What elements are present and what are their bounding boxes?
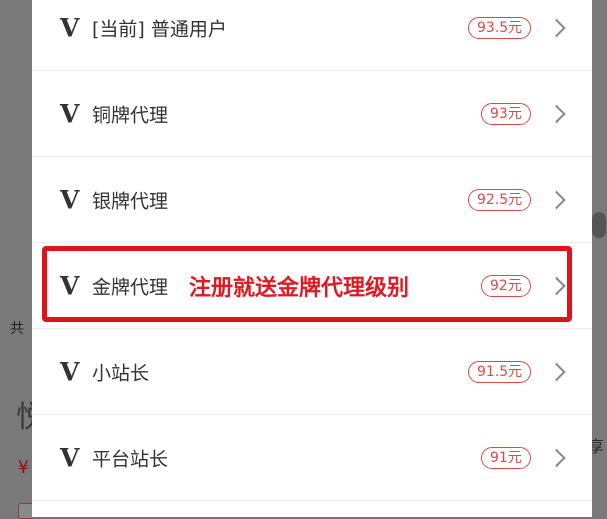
level-label: 平台站长 xyxy=(92,448,169,470)
level-selector-sheet: V [当前] 普通用户 93.5元 V 铜牌代理 93元 V 银牌代理 92.5… xyxy=(32,0,592,517)
level-price-badge: 93元 xyxy=(481,102,531,125)
level-price-badge: 91元 xyxy=(481,446,531,469)
level-row-silver-agent[interactable]: V 银牌代理 92.5元 xyxy=(32,157,592,243)
promo-annotation-text: 注册就送金牌代理级别 xyxy=(189,275,410,301)
level-label: 银牌代理 xyxy=(92,190,169,212)
chevron-right-icon xyxy=(547,362,566,381)
vip-v-icon: V xyxy=(60,13,80,42)
vip-v-icon: V xyxy=(60,357,80,386)
level-row-regular-user[interactable]: V [当前] 普通用户 93.5元 xyxy=(32,0,592,71)
background-price-fragment: ¥ xyxy=(18,458,29,478)
chevron-right-icon xyxy=(547,448,566,467)
level-label: [当前] 普通用户 xyxy=(92,18,227,40)
level-row-bronze-agent[interactable]: V 铜牌代理 93元 xyxy=(32,71,592,157)
vip-v-icon: V xyxy=(60,271,80,300)
vip-v-icon: V xyxy=(60,185,80,214)
level-label: 小站长 xyxy=(92,362,150,384)
vip-v-icon: V xyxy=(60,443,80,472)
chevron-right-icon xyxy=(547,276,566,295)
background-scroll-indicator xyxy=(592,212,606,238)
level-row-small-station-owner[interactable]: V 小站长 91.5元 xyxy=(32,329,592,415)
chevron-right-icon xyxy=(547,190,566,209)
level-price-badge: 92.5元 xyxy=(468,188,532,211)
vip-v-icon: V xyxy=(60,99,80,128)
level-price-badge: 91.5元 xyxy=(468,360,532,383)
level-row-platform-station-owner[interactable]: V 平台站长 91元 xyxy=(32,415,592,501)
background-text-fragment: 共 xyxy=(10,321,24,337)
chevron-right-icon xyxy=(547,18,566,37)
chevron-right-icon xyxy=(547,104,566,123)
level-row-gold-agent[interactable]: V 金牌代理 注册就送金牌代理级别 92元 xyxy=(32,243,592,329)
level-label: 铜牌代理 xyxy=(92,104,169,126)
level-label: 金牌代理 xyxy=(92,276,169,298)
level-price-badge: 92元 xyxy=(481,274,531,297)
level-price-badge: 93.5元 xyxy=(468,16,532,39)
